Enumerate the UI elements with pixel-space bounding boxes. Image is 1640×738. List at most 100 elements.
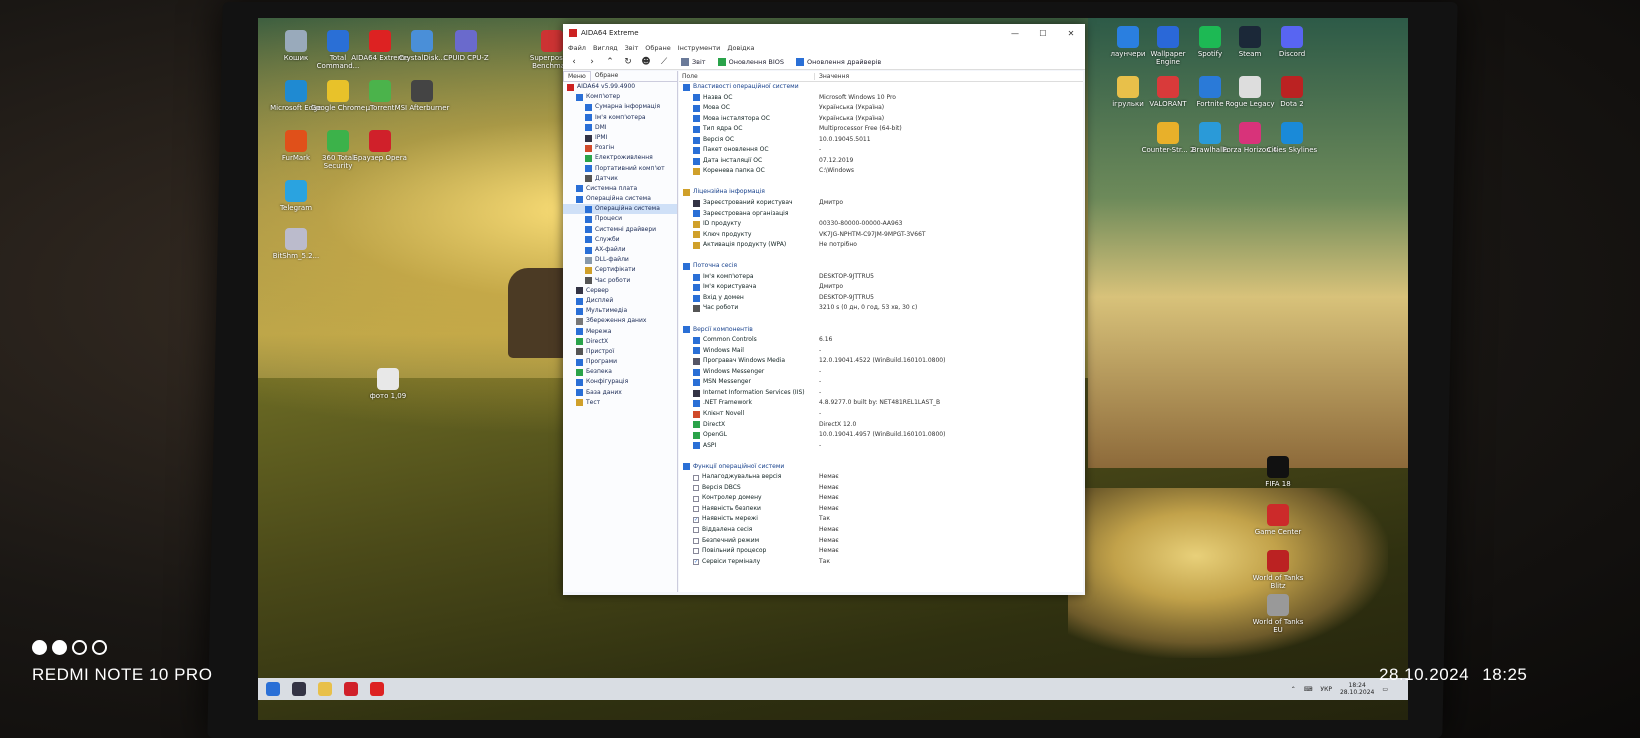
- desktop-icon[interactable]: Cities Skylines: [1262, 122, 1322, 154]
- detail-row[interactable]: ✓ Наявність мережі Так: [679, 514, 1083, 525]
- detail-row[interactable]: Windows Messenger -: [679, 367, 1083, 378]
- tree-item[interactable]: Процеси: [563, 214, 677, 224]
- column-field-header[interactable]: Поле: [679, 72, 815, 80]
- detail-row[interactable]: Мова ОС Українська (Україна): [679, 103, 1083, 114]
- desktop-icon[interactable]: BitShm_5.2...: [266, 228, 326, 260]
- toolbar-button-оновлення-bios[interactable]: Оновлення BIOS: [717, 57, 784, 66]
- detail-row[interactable]: .NET Framework 4.8.9277.0 built by: NET48…: [679, 398, 1083, 409]
- detail-row[interactable]: Internet Information Services (IIS) -: [679, 388, 1083, 399]
- detail-row[interactable]: ✓ Сервіси терміналу Так: [679, 557, 1083, 568]
- maximize-icon[interactable]: ☐: [1029, 29, 1057, 38]
- minimize-icon[interactable]: —: [1001, 29, 1029, 38]
- detail-row[interactable]: Налагоджувальна версія Немає: [679, 472, 1083, 483]
- tree-item[interactable]: Дисплей: [563, 296, 677, 306]
- menu-звіт[interactable]: Звіт: [625, 44, 639, 52]
- detail-row[interactable]: Common Controls 6.16: [679, 335, 1083, 346]
- menu-обране[interactable]: Обране: [645, 44, 670, 52]
- detail-row[interactable]: Версія ОС 10.0.19045.5011: [679, 135, 1083, 146]
- detail-row[interactable]: Тип ядра ОС Multiprocessor Free (64-bit): [679, 124, 1083, 135]
- detail-row[interactable]: Активація продукту (WPA) Не потрібно: [679, 240, 1083, 251]
- tree-item[interactable]: AX-файли: [563, 245, 677, 255]
- tree-item[interactable]: Збереження даних: [563, 316, 677, 326]
- tree-item[interactable]: Комп'ютер: [563, 92, 677, 102]
- tree-item[interactable]: Мережа: [563, 327, 677, 337]
- tree-item[interactable]: Розгін: [563, 143, 677, 153]
- section-header[interactable]: Функції операційної системи: [679, 462, 1083, 473]
- desktop-icon[interactable]: фото 1,09: [358, 368, 418, 400]
- tree-item[interactable]: Конфігурація: [563, 377, 677, 387]
- desktop-icon[interactable]: Telegram: [266, 180, 326, 212]
- desktop-icon[interactable]: Discord: [1262, 26, 1322, 58]
- detail-row[interactable]: DirectX DirectX 12.0: [679, 420, 1083, 431]
- detail-row[interactable]: Клієнт Novell -: [679, 409, 1083, 420]
- detail-row[interactable]: MSN Messenger -: [679, 377, 1083, 388]
- menu-вигляд[interactable]: Вигляд: [593, 44, 618, 52]
- notifications-icon[interactable]: ▭: [1382, 686, 1388, 693]
- section-header[interactable]: Властивості операційної системи: [679, 82, 1083, 93]
- toolbar-button-звіт[interactable]: Звіт: [681, 57, 706, 66]
- search-icon[interactable]: [292, 682, 306, 696]
- menu-інструменти[interactable]: Інструменти: [678, 44, 721, 52]
- section-header[interactable]: Версії компонентів: [679, 325, 1083, 336]
- keyboard-icon[interactable]: ⌨: [1304, 686, 1313, 693]
- tree-item[interactable]: Пристрої: [563, 347, 677, 357]
- detail-row[interactable]: Безпечний режим Немає: [679, 536, 1083, 547]
- detail-row[interactable]: Наявність безпеки Немає: [679, 504, 1083, 515]
- tree-item[interactable]: Сервер: [563, 286, 677, 296]
- detail-row[interactable]: Назва ОС Microsoft Windows 10 Pro: [679, 93, 1083, 104]
- tab-обране[interactable]: Обране: [591, 71, 623, 81]
- detail-row[interactable]: Вхід у домен DESKTOP-9JTTRU5: [679, 293, 1083, 304]
- detail-row[interactable]: Час роботи 3210 s (0 дн, 0 год, 53 хв, 30…: [679, 303, 1083, 314]
- taskbar-clock[interactable]: 18:24 28.10.2024: [1340, 682, 1374, 696]
- section-header[interactable]: Поточна сесія: [679, 261, 1083, 272]
- tree-item[interactable]: Ім'я комп'ютера: [563, 113, 677, 123]
- detail-row[interactable]: Ім'я користувача Дмитро: [679, 282, 1083, 293]
- detail-row[interactable]: Ім'я комп'ютера DESKTOP-9JTTRU5: [679, 272, 1083, 283]
- detail-row[interactable]: Мова інсталятора ОС Українська (Україна): [679, 114, 1083, 125]
- detail-row[interactable]: Ключ продукту VK7JG-NPHTM-C97JM-9MPGT-3V6…: [679, 230, 1083, 241]
- detail-row[interactable]: Дата інсталяції ОС 07.12.2019: [679, 156, 1083, 167]
- tree-item[interactable]: Системна плата: [563, 184, 677, 194]
- tree-item[interactable]: DirectX: [563, 337, 677, 347]
- detail-row[interactable]: Контролер домену Немає: [679, 493, 1083, 504]
- tree-item[interactable]: Тест: [563, 398, 677, 408]
- tree-item[interactable]: Програми: [563, 357, 677, 367]
- desktop-icon[interactable]: CPUID CPU-Z: [436, 30, 496, 62]
- refresh-icon[interactable]: ↻: [623, 57, 633, 67]
- back-icon[interactable]: ‹: [569, 57, 579, 67]
- tree-item[interactable]: Системні драйвери: [563, 225, 677, 235]
- tray-chevron-icon[interactable]: ⌃: [1291, 686, 1296, 693]
- detail-row[interactable]: Windows Mail -: [679, 346, 1083, 357]
- tree-item[interactable]: IPMI: [563, 133, 677, 143]
- detail-row[interactable]: Версія DBCS Немає: [679, 483, 1083, 494]
- detail-row[interactable]: Зареєстрована організація: [679, 209, 1083, 220]
- detail-row[interactable]: Повільний процесор Немає: [679, 546, 1083, 557]
- menu-довідка[interactable]: Довідка: [727, 44, 754, 52]
- detail-row[interactable]: OpenGL 10.0.19041.4957 (WinBuild.160101.0…: [679, 430, 1083, 441]
- tree-item[interactable]: Сертифікати: [563, 265, 677, 275]
- up-icon[interactable]: ⌃: [605, 57, 615, 67]
- chart-icon[interactable]: ⟋: [659, 57, 669, 67]
- tab-меню[interactable]: Меню: [563, 71, 591, 81]
- toolbar-button-оновлення-драйверів[interactable]: Оновлення драйверів: [796, 57, 881, 66]
- aida64-icon[interactable]: [370, 682, 384, 696]
- tree-item[interactable]: Сумарна інформація: [563, 102, 677, 112]
- explorer-icon[interactable]: [318, 682, 332, 696]
- tree-item[interactable]: Операційна система: [563, 204, 677, 215]
- tree-item[interactable]: База даних: [563, 388, 677, 398]
- tree-item[interactable]: Безпека: [563, 367, 677, 377]
- tree-item[interactable]: DMI: [563, 123, 677, 133]
- menu-файл[interactable]: Файл: [568, 44, 586, 52]
- desktop-icon[interactable]: MSI Afterburner: [392, 80, 452, 112]
- opera-icon[interactable]: [344, 682, 358, 696]
- detail-row[interactable]: Пакет оновлення ОС -: [679, 145, 1083, 156]
- desktop-icon[interactable]: Браузер Opera: [350, 130, 410, 162]
- tree-item[interactable]: Мультимедіа: [563, 306, 677, 316]
- tree-item[interactable]: Операційна система: [563, 194, 677, 204]
- desktop-icon[interactable]: FIFA 18: [1248, 456, 1308, 488]
- user-icon[interactable]: ☻: [641, 57, 651, 67]
- detail-row[interactable]: Програвач Windows Media 12.0.19041.4522 (…: [679, 356, 1083, 367]
- tree-item[interactable]: Електроживлення: [563, 153, 677, 163]
- title-bar[interactable]: AIDA64 Extreme — ☐ ✕: [563, 24, 1085, 42]
- desktop-icon[interactable]: Game Center: [1248, 504, 1308, 536]
